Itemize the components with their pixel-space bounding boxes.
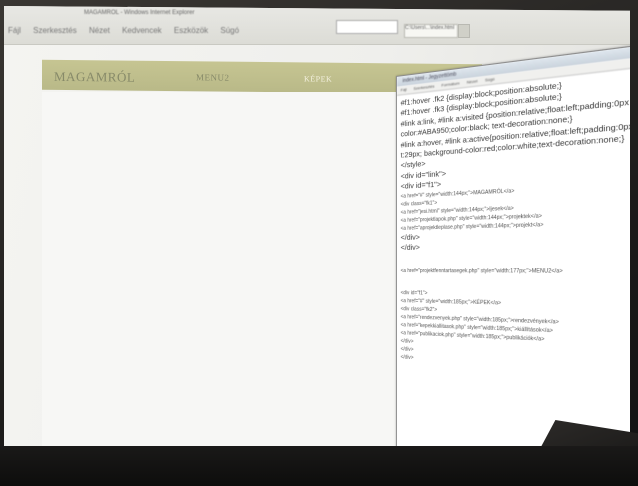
new-tab-button[interactable]: [458, 24, 470, 38]
browser-menu-tools[interactable]: Eszközök: [174, 26, 208, 35]
monitor: MAGAMRÓL - Windows Internet Explorer Fáj…: [0, 0, 638, 486]
nav-item-menu2[interactable]: MENU2: [196, 72, 230, 82]
browser-menu-edit[interactable]: Szerkesztés: [33, 26, 77, 35]
desk-surface: [0, 446, 638, 486]
notepad-menu-format[interactable]: Formátum: [441, 80, 459, 87]
nav-item-kepek[interactable]: KÉPEK: [304, 74, 332, 83]
browser-toolbar: MAGAMRÓL - Windows Internet Explorer Fáj…: [4, 6, 630, 45]
nav-item-magamrol[interactable]: MAGAMRÓL: [54, 69, 135, 86]
browser-menu-favorites[interactable]: Kedvencek: [122, 26, 162, 35]
notepad-menu-file[interactable]: Fájl: [401, 87, 407, 93]
browser-window-title: MAGAMRÓL - Windows Internet Explorer: [84, 10, 195, 16]
notepad-window: index.html - Jegyzettömb Fájl Szerkeszté…: [396, 42, 630, 480]
browser-menu-file[interactable]: Fájl: [8, 26, 21, 35]
address-bar[interactable]: [336, 20, 398, 34]
browser-menu-help[interactable]: Súgó: [220, 26, 239, 35]
notepad-menu-edit[interactable]: Szerkesztés: [413, 83, 434, 91]
browser-menu-view[interactable]: Nézet: [89, 26, 110, 35]
notepad-menu-help[interactable]: Súgó: [485, 76, 495, 82]
browser-menu: Fájl Szerkesztés Nézet Kedvencek Eszközö…: [8, 26, 249, 35]
screen: MAGAMRÓL - Windows Internet Explorer Fáj…: [4, 6, 630, 480]
browser-tab[interactable]: C:\Users\...\index.html: [404, 24, 458, 38]
notepad-text-area[interactable]: #f1:hover .fk2 {display:block;position:a…: [397, 66, 630, 381]
notepad-menu-view[interactable]: Nézet: [467, 78, 478, 85]
